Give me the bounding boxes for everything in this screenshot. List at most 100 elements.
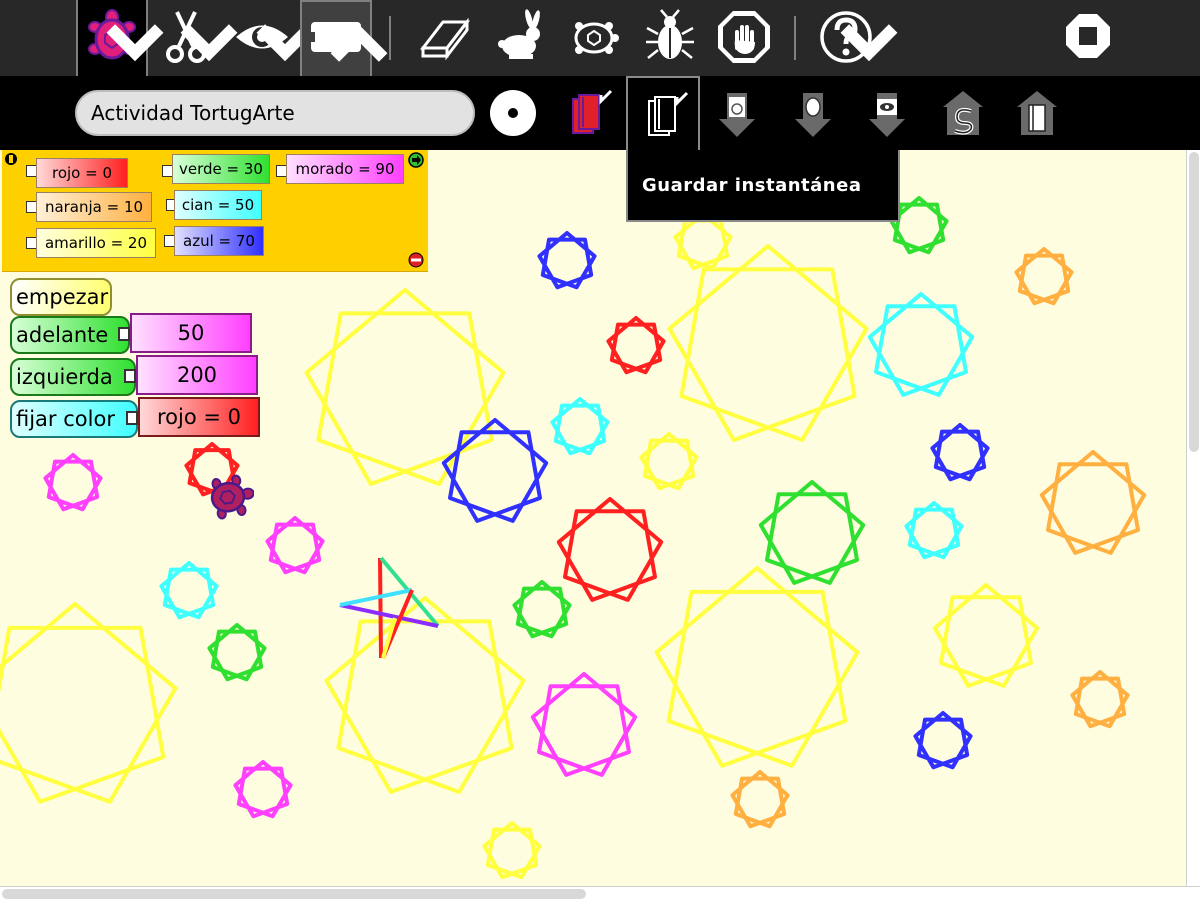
toolbar-separator (794, 16, 796, 60)
palette-hide-icon[interactable] (408, 252, 424, 268)
help-button[interactable] (810, 0, 898, 76)
eraser-icon (419, 17, 471, 61)
save-snapshot-button[interactable] (626, 76, 700, 152)
drawn-star (550, 397, 610, 456)
color-block-cyan[interactable]: cian = 50 (174, 190, 262, 220)
image-export-icon (869, 93, 905, 137)
drawn-star (730, 770, 790, 829)
drawn-star (537, 231, 597, 290)
start-block[interactable]: empezar (10, 278, 112, 316)
drawn-star (1070, 670, 1130, 729)
horizontal-scroll-thumb[interactable] (2, 889, 586, 899)
vertical-scrollbar[interactable] (1186, 150, 1200, 886)
block-label: izquierda (16, 365, 113, 389)
save-html-button[interactable] (700, 76, 774, 150)
block-value: 200 (176, 363, 218, 387)
snake-export-icon (943, 91, 983, 135)
color-block-purple[interactable]: morado = 90 (286, 154, 404, 184)
load-journal-button[interactable] (1000, 76, 1074, 150)
palette-orientation-icon[interactable] (4, 152, 18, 166)
drawn-star (482, 821, 542, 880)
stop-hand-icon (718, 11, 770, 63)
drawn-star (1039, 450, 1147, 555)
turtle-outline-icon (574, 22, 619, 54)
color-block-yellow[interactable]: amarillo = 20 (36, 228, 156, 258)
drawn-star (930, 423, 990, 482)
drawn-star (1014, 247, 1074, 306)
stop-activity-button[interactable] (1052, 0, 1124, 76)
block-connector (124, 369, 136, 383)
drawn-star (673, 212, 733, 271)
activity-title-input[interactable] (75, 90, 475, 136)
journal-save-icon (648, 91, 689, 136)
view-button[interactable] (226, 0, 314, 76)
edit-button[interactable] (150, 0, 238, 76)
setcolor-block[interactable]: fijar color (10, 400, 138, 438)
drawn-star (530, 672, 638, 777)
drawn-star (512, 580, 572, 639)
stop-turtle-button[interactable] (708, 0, 780, 76)
run-slow-button[interactable] (558, 0, 630, 76)
save-logo-button[interactable] (776, 76, 850, 150)
horizontal-scrollbar[interactable] (0, 886, 1200, 900)
save-python-button[interactable] (926, 76, 1000, 150)
drawn-star (639, 432, 699, 491)
block-value: 50 (177, 321, 205, 345)
block-connector (26, 237, 36, 249)
stop-icon (1066, 14, 1110, 58)
share-button[interactable] (476, 76, 550, 150)
drawn-star (556, 497, 664, 602)
color-block-red[interactable]: rojo = 0 (36, 158, 128, 188)
palette-next-icon[interactable] (408, 152, 424, 168)
drawn-line (378, 557, 383, 659)
block-connector (162, 165, 172, 177)
drawn-star (159, 561, 219, 620)
turtle-export-icon (795, 93, 831, 137)
drawn-line (339, 588, 413, 607)
color-block-green[interactable]: verde = 30 (172, 154, 270, 184)
color-block-blue[interactable]: azul = 70 (174, 226, 264, 256)
block-label: empezar (16, 285, 109, 309)
forward-block[interactable]: adelante (10, 316, 130, 354)
drawn-star (233, 760, 293, 819)
drawn-star (304, 288, 506, 486)
run-fast-button[interactable] (482, 0, 554, 76)
color-block-orange[interactable]: naranja = 10 (36, 192, 152, 222)
left-value-block[interactable]: 200 (136, 355, 258, 395)
block-label: fijar color (16, 407, 115, 431)
save-image-button[interactable] (850, 76, 924, 150)
drawn-star (667, 244, 869, 442)
clean-button[interactable] (406, 0, 478, 76)
vertical-scroll-thumb[interactable] (1189, 152, 1199, 452)
drawn-star (265, 516, 325, 575)
block-connector (26, 201, 36, 213)
bug-icon (646, 9, 694, 59)
activity-turtle-button[interactable] (76, 0, 164, 76)
block-label: verde = 30 (179, 160, 263, 178)
left-block[interactable]: izquierda (10, 358, 136, 396)
forward-value-block[interactable]: 50 (130, 313, 252, 353)
debug-button[interactable] (634, 0, 706, 76)
drawn-star (43, 453, 103, 512)
setcolor-value-block[interactable]: rojo = 0 (138, 397, 260, 437)
turtle-canvas[interactable]: rojo = 0 naranja = 10 amarillo = 20 verd… (0, 150, 1186, 886)
block-connector (126, 411, 138, 425)
block-value: rojo = 0 (156, 405, 241, 429)
chevron-up-icon (330, 24, 388, 62)
block-label: morado = 90 (295, 160, 395, 178)
toolbar-separator (389, 16, 391, 60)
palette-button[interactable] (300, 0, 388, 76)
block-connector (26, 165, 36, 177)
turtle-sprite[interactable] (204, 472, 254, 522)
block-label: amarillo = 20 (44, 234, 148, 252)
activity-subtoolbar (0, 76, 1200, 152)
keep-button[interactable] (550, 76, 624, 150)
block-connector (276, 165, 286, 177)
journal-red-icon (572, 89, 613, 134)
drawn-star (606, 316, 666, 375)
colors-palette: rojo = 0 naranja = 10 amarillo = 20 verd… (2, 150, 428, 272)
block-connector (164, 235, 174, 247)
block-label: rojo = 0 (51, 164, 112, 182)
journal-load-icon (1017, 91, 1057, 135)
html-export-icon (719, 93, 755, 137)
